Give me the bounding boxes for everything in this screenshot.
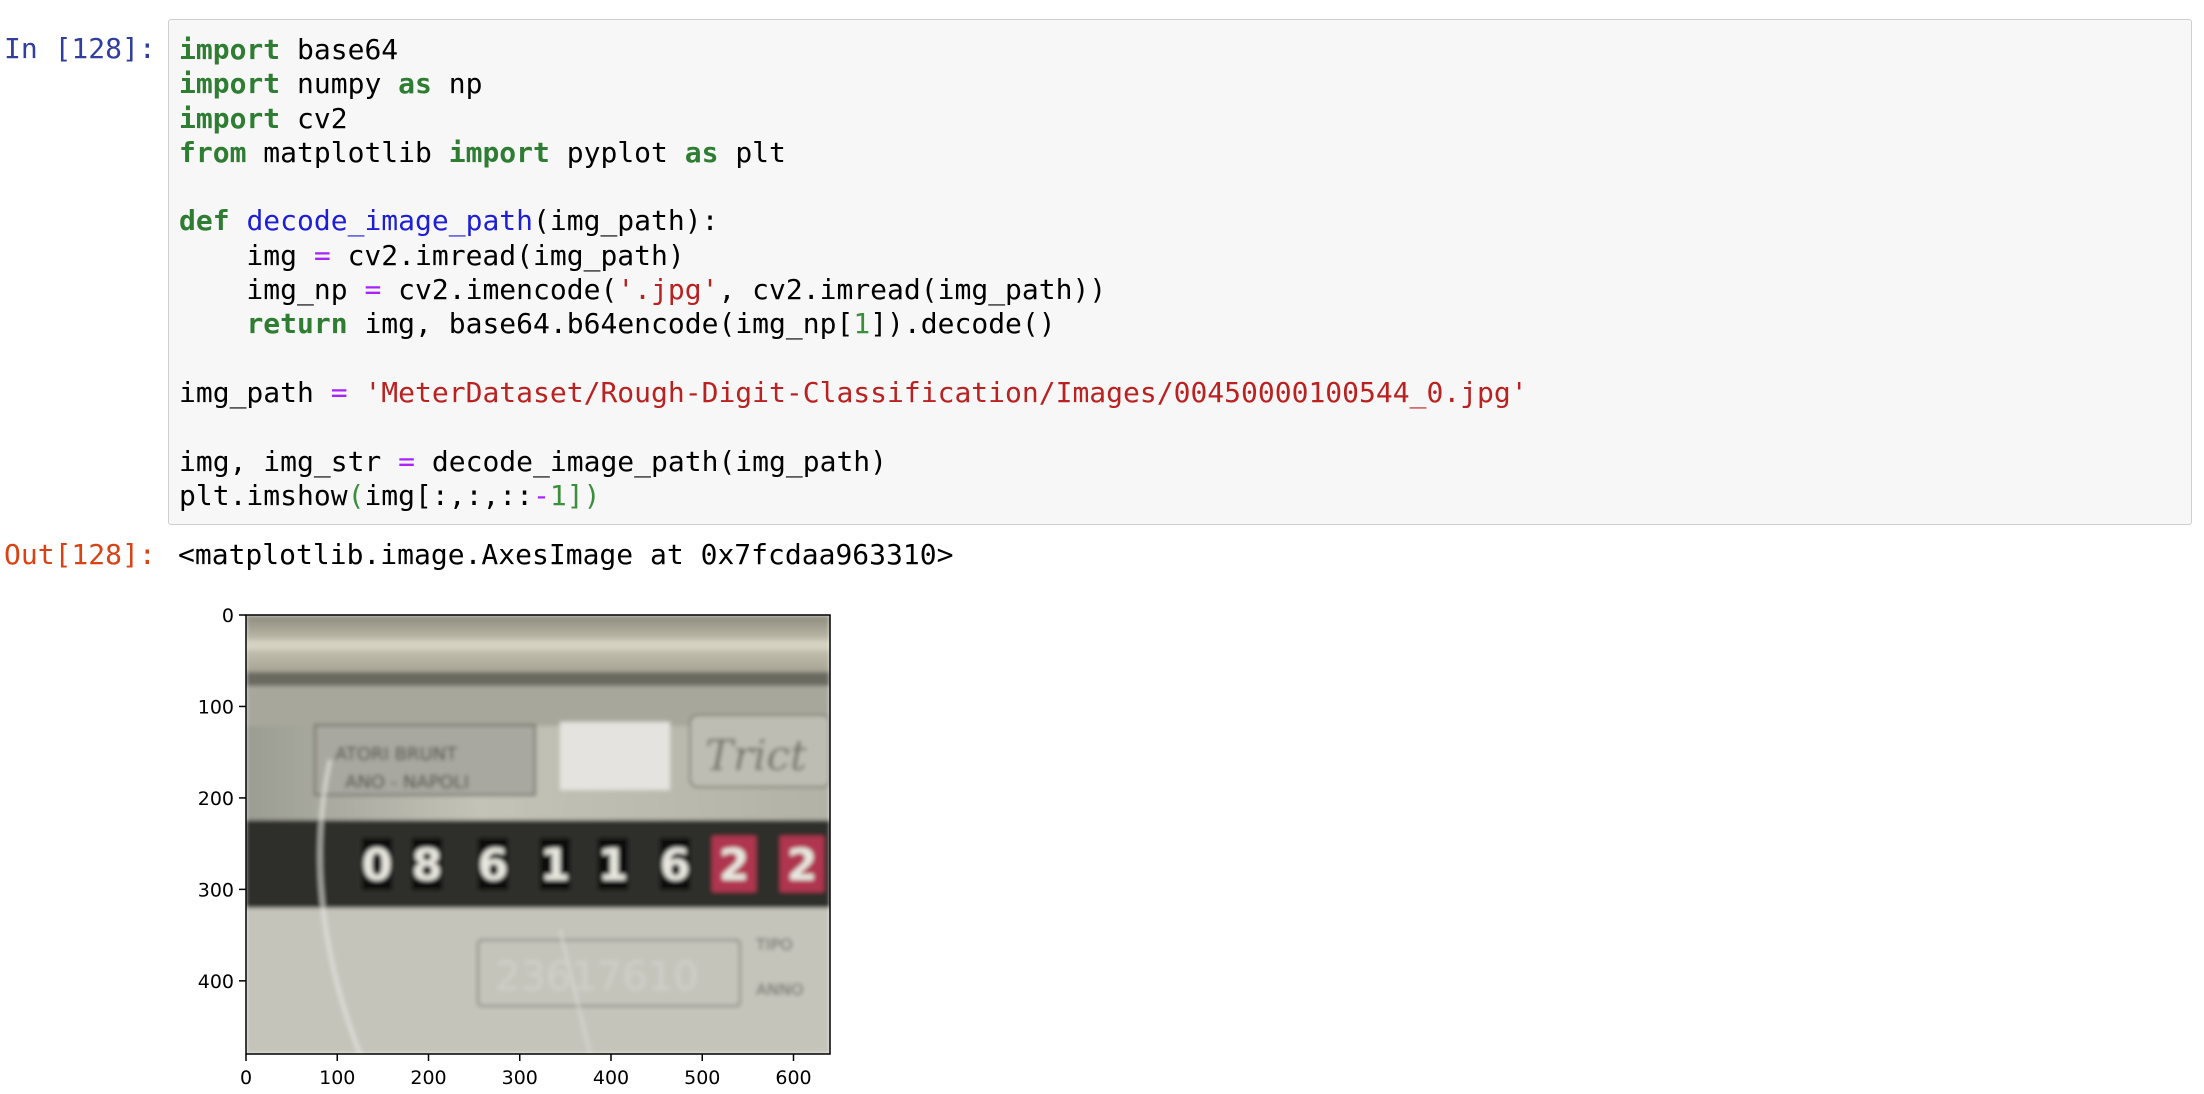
svg-text:6: 6 xyxy=(660,840,691,891)
x-axis: 0 100 200 300 400 500 600 xyxy=(240,1054,812,1089)
svg-text:2: 2 xyxy=(719,840,750,891)
y-tick-label: 100 xyxy=(198,696,234,718)
svg-text:TIPO: TIPO xyxy=(755,935,793,954)
svg-text:ATORI BRUNT: ATORI BRUNT xyxy=(335,744,458,765)
svg-text:1: 1 xyxy=(598,840,629,891)
x-tick-label: 300 xyxy=(502,1067,538,1089)
meter-photo: ATORI BRUNT ANO - NAPOLI Trict 0 8 6 1 1… xyxy=(246,615,830,1054)
y-tick-label: 0 xyxy=(222,605,234,627)
svg-text:1: 1 xyxy=(540,840,571,891)
x-tick-label: 600 xyxy=(775,1067,811,1089)
x-tick-label: 100 xyxy=(319,1067,355,1089)
x-tick-label: 200 xyxy=(410,1067,446,1089)
y-tick-label: 400 xyxy=(198,971,234,993)
imshow-figure: ATORI BRUNT ANO - NAPOLI Trict 0 8 6 1 1… xyxy=(198,605,831,1089)
svg-text:ANNO: ANNO xyxy=(756,980,803,999)
y-tick-label: 200 xyxy=(198,788,234,810)
svg-text:2: 2 xyxy=(787,840,818,891)
y-tick-label: 300 xyxy=(198,879,234,901)
svg-text:Trict: Trict xyxy=(705,731,807,780)
y-axis: 0 100 200 300 400 xyxy=(198,605,246,993)
x-tick-label: 400 xyxy=(593,1067,629,1089)
svg-text:23617610: 23617610 xyxy=(495,954,699,1000)
x-tick-label: 0 xyxy=(240,1067,252,1089)
svg-text:0: 0 xyxy=(362,840,393,891)
svg-text:6: 6 xyxy=(478,840,509,891)
x-tick-label: 500 xyxy=(684,1067,720,1089)
svg-text:8: 8 xyxy=(412,840,443,891)
svg-text:ANO - NAPOLI: ANO - NAPOLI xyxy=(345,772,469,793)
